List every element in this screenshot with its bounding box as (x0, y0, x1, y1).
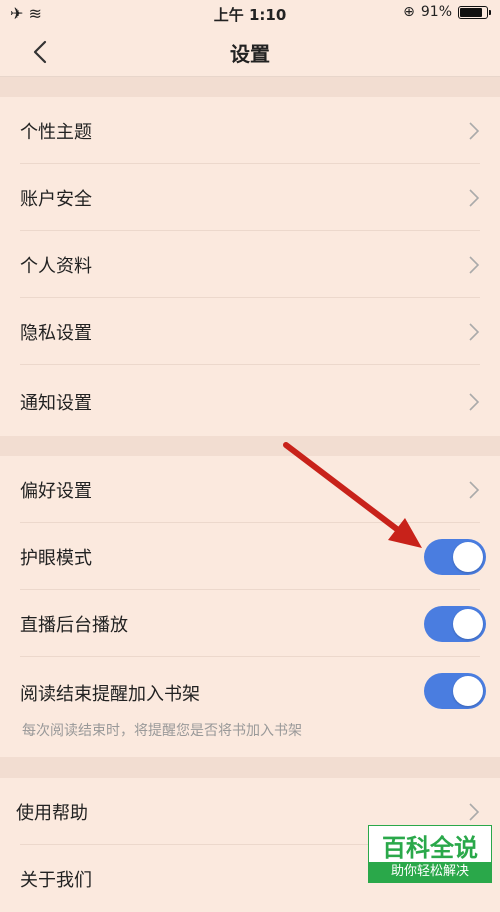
add-to-shelf-description: 每次阅读结束时，将提醒您是否将书加入书架 (22, 723, 302, 739)
settings-item-label: 通知设置 (20, 393, 92, 414)
chevron-right-icon (469, 803, 480, 821)
chevron-right-icon (469, 122, 480, 140)
battery-percent: 91% (420, 4, 452, 20)
settings-item-theme[interactable]: 个性主题 (20, 97, 480, 164)
section-gap (0, 436, 500, 456)
chevron-right-icon (469, 189, 480, 207)
settings-item-label: 使用帮助 (16, 803, 88, 824)
chevron-right-icon (469, 323, 480, 341)
chevron-right-icon (469, 256, 480, 274)
divider (20, 364, 480, 365)
settings-item-label: 阅读结束提醒加入书架 (20, 684, 200, 705)
settings-item-label: 偏好设置 (20, 481, 92, 502)
toggle-knob (453, 676, 483, 706)
toggle-knob (453, 609, 483, 639)
chevron-right-icon (469, 393, 480, 411)
settings-item-add-to-shelf: 阅读结束提醒加入书架 (20, 657, 486, 724)
settings-item-profile[interactable]: 个人资料 (20, 231, 480, 298)
settings-item-label: 隐私设置 (20, 323, 92, 344)
battery-icon (458, 5, 491, 19)
settings-item-background-play: 直播后台播放 (20, 590, 486, 657)
settings-item-label: 账户安全 (20, 189, 92, 210)
watermark-logo: 百科全说 助你轻松解决 (368, 825, 492, 883)
settings-item-label: 个人资料 (20, 256, 92, 277)
add-to-shelf-toggle[interactable] (424, 673, 486, 709)
settings-item-preferences[interactable]: 偏好设置 (20, 456, 480, 523)
section-gap (0, 77, 500, 97)
section-gap (0, 757, 500, 778)
settings-item-eye-care: 护眼模式 (20, 523, 486, 590)
settings-item-label: 关于我们 (20, 870, 92, 891)
toggle-knob (453, 542, 483, 572)
watermark-title: 百科全说 (382, 834, 478, 862)
background-play-toggle[interactable] (424, 606, 486, 642)
settings-item-label: 个性主题 (20, 122, 92, 143)
settings-item-privacy[interactable]: 隐私设置 (20, 298, 480, 365)
status-bar: ✈ ≋ 上午 1:10 ⊕ 91% (0, 0, 500, 28)
orientation-lock-icon: ⊕ (403, 4, 415, 20)
settings-item-account-security[interactable]: 账户安全 (20, 164, 480, 231)
settings-item-label: 护眼模式 (20, 548, 92, 569)
chevron-right-icon (469, 481, 480, 499)
page-title: 设置 (230, 42, 270, 66)
eye-care-toggle[interactable] (424, 539, 486, 575)
watermark-subtitle: 助你轻松解决 (369, 862, 491, 882)
nav-bar: 设置 (0, 28, 500, 77)
settings-item-notifications[interactable]: 通知设置 (20, 368, 480, 435)
settings-item-label: 直播后台播放 (20, 615, 128, 636)
